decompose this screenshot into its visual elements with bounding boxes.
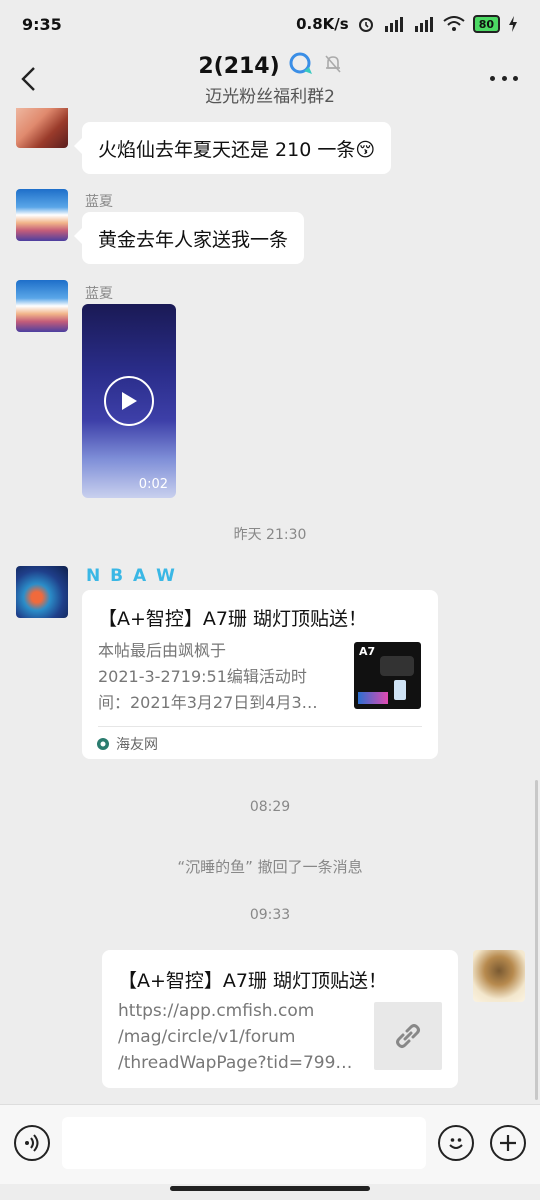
dot-icon (513, 75, 518, 81)
timestamp: 09:33 (249, 907, 291, 923)
group-chat-icon (288, 52, 316, 80)
link-url: https://app.cmfish.com /mag/circle/v1/fo… (118, 1001, 353, 1073)
sender-name: 蓝夏 (85, 286, 113, 302)
voice-icon (25, 1134, 39, 1152)
status-time: 9:35 (22, 14, 62, 34)
signal-icon-2 (413, 16, 435, 32)
share-card[interactable]: 【A+智控】A7珊 瑚灯顶贴送！ 本帖最后由飒枫于 2021-3-2719:51… (82, 590, 438, 759)
group-name: 迈光粉丝福利群2 (205, 87, 335, 107)
play-button[interactable] (104, 376, 154, 426)
sender-name: 蓝夏 (85, 194, 113, 210)
message-bubble[interactable]: 火焰仙去年夏天还是 210 一条😚 (73, 122, 392, 174)
card-divider (98, 726, 422, 727)
alarm-icon (357, 15, 375, 33)
network-speed: 0.8K/s (296, 15, 349, 33)
more-options-button[interactable] (490, 72, 518, 84)
mute-bell-icon (324, 54, 342, 78)
avatar[interactable] (16, 280, 68, 332)
link-icon (396, 1024, 420, 1048)
chat-title: 2(214) (198, 53, 280, 79)
recall-notice: “沉睡的鱼” 撤回了一条消息 (177, 858, 363, 876)
emoji-button[interactable] (438, 1125, 474, 1161)
card-title: 【A+智控】A7珊 瑚灯顶贴送！ (98, 608, 368, 630)
timestamp: 08:29 (249, 799, 291, 815)
dot-icon (501, 75, 507, 81)
video-message[interactable]: 0:02 (82, 304, 176, 498)
play-icon (122, 392, 137, 410)
more-actions-button[interactable] (490, 1125, 526, 1161)
voice-button[interactable] (14, 1125, 50, 1161)
scrollbar[interactable] (535, 780, 538, 1100)
my-avatar[interactable] (473, 950, 525, 1002)
sender-name: N B A W (86, 566, 177, 586)
card-description: 本帖最后由飒枫于 2021-3-2719:51编辑活动时 间：2021年3月27… (98, 641, 318, 712)
title-area: 2(214) 迈光粉丝福利群2 (0, 52, 540, 107)
link-thumbnail (374, 1002, 442, 1070)
charging-icon (508, 16, 518, 32)
smile-icon (449, 1138, 463, 1149)
card-source: 海友网 (96, 734, 158, 754)
link-message[interactable]: 【A+智控】A7珊 瑚灯顶贴送！ https://app.cmfish.com … (102, 950, 458, 1088)
plus-icon (500, 1135, 516, 1151)
link-title: 【A+智控】A7珊 瑚灯顶贴送！ (118, 970, 388, 992)
timestamp: 昨天 21:30 (233, 527, 307, 543)
battery-indicator: 80 (472, 15, 500, 33)
card-thumbnail: A7 (354, 642, 421, 709)
source-logo-icon (97, 738, 109, 750)
input-bar (0, 1104, 540, 1184)
home-indicator[interactable] (170, 1186, 370, 1191)
status-icons: 0.8K/s 80 (296, 15, 518, 33)
signal-icon-1 (383, 16, 405, 32)
message-text: 火焰仙去年夏天还是 210 一条😚 (98, 138, 376, 161)
wifi-icon (443, 16, 465, 32)
message-bubble[interactable]: 黄金去年人家送我一条 (73, 212, 305, 264)
avatar[interactable] (16, 189, 68, 241)
message-text: 黄金去年人家送我一条 (98, 228, 289, 251)
status-bar: 9:35 0.8K/s 80 (0, 0, 540, 48)
dot-icon (490, 75, 495, 81)
avatar[interactable] (16, 108, 68, 148)
avatar[interactable] (16, 566, 68, 618)
chat-header: 2(214) 迈光粉丝福利群2 (0, 48, 540, 112)
video-duration: 0:02 (138, 477, 168, 492)
message-input[interactable] (62, 1117, 426, 1169)
message-list[interactable]: 火焰仙去年夏天还是 210 一条😚 蓝夏 黄金去年人家送我一条 蓝夏 0:02 … (0, 108, 540, 1104)
